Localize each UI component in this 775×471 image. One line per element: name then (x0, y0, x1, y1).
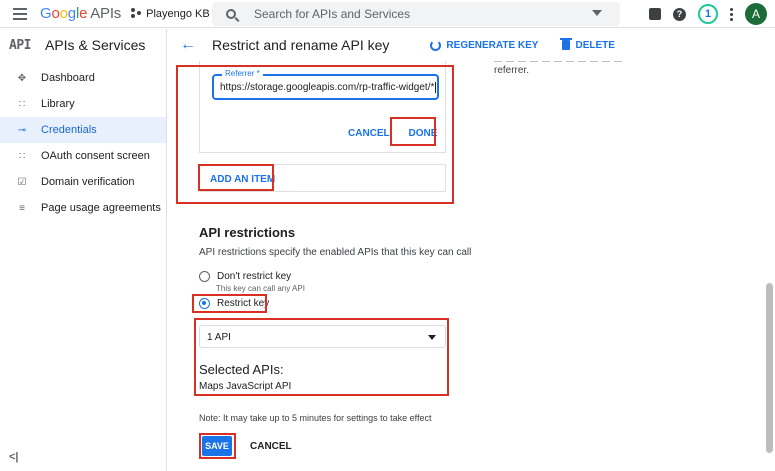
propagation-note: Note: It may take up to 5 minutes for se… (199, 413, 432, 423)
collapse-sidebar-icon[interactable]: <| (9, 451, 19, 463)
api-select-value: 1 API (207, 332, 231, 343)
help-icon[interactable]: ? (673, 7, 686, 21)
consent-icon: ∷ (18, 150, 26, 162)
top-actions: ? 1 A (649, 3, 767, 25)
key-icon: ⊸ (17, 124, 27, 136)
notifications-badge[interactable]: 1 (698, 4, 718, 24)
radio-restrict-key[interactable]: Restrict key (199, 298, 269, 309)
add-item-row: ADD AN ITEM (199, 164, 446, 192)
check-box-icon: ☑ (17, 176, 27, 188)
referrer-cancel-button[interactable]: CANCEL (348, 128, 390, 139)
search-icon (226, 9, 236, 19)
dropdown-arrow-icon (428, 335, 436, 340)
top-bar: Google APIs Playengo KB Search for APIs a… (0, 0, 775, 28)
sidebar: API APIs & Services ✥ Dashboard ∷ Librar… (0, 29, 167, 471)
page-title: Restrict and rename API key (212, 37, 390, 53)
project-name: Playengo KB (146, 7, 210, 20)
sidebar-item-library[interactable]: ∷ Library (0, 91, 166, 117)
google-apis-logo[interactable]: Google APIs (40, 5, 121, 22)
sidebar-item-oauth-consent[interactable]: ∷ OAuth consent screen (0, 143, 166, 169)
save-button[interactable]: SAVE (202, 436, 232, 456)
sidebar-item-credentials[interactable]: ⊸ Credentials (0, 117, 166, 143)
radio-checked-icon (199, 298, 210, 309)
gift-icon[interactable] (649, 8, 661, 20)
api-restrictions-description: API restrictions specify the enabled API… (199, 247, 472, 258)
referrer-done-button[interactable]: DONE (404, 122, 442, 146)
back-arrow-icon[interactable]: ← (180, 36, 196, 54)
hamburger-menu-icon[interactable] (13, 7, 27, 20)
regenerate-key-button[interactable]: REGENERATE KEY (430, 39, 538, 51)
add-item-button[interactable]: ADD AN ITEM (210, 174, 275, 185)
radio-dont-restrict-hint: This key can call any API (216, 284, 305, 293)
settings-list-icon: ≡ (19, 202, 25, 214)
referrer-field[interactable]: Referrer * https://storage.googleapis.co… (212, 69, 439, 100)
page-header: ← Restrict and rename API key REGENERATE… (168, 29, 775, 61)
referrer-value[interactable]: https://storage.googleapis.com/rp-traffi… (220, 82, 437, 93)
refresh-icon (430, 39, 442, 51)
selected-api-item: Maps JavaScript API (199, 381, 292, 392)
page-scrollbar[interactable] (766, 283, 773, 453)
avatar[interactable]: A (745, 3, 767, 25)
more-options-icon[interactable] (730, 7, 733, 21)
delete-button[interactable]: DELETE (560, 38, 615, 51)
radio-dont-restrict[interactable]: Don't restrict key (199, 271, 291, 282)
sidebar-title: APIs & Services (44, 37, 146, 53)
search-bar[interactable]: Search for APIs and Services (212, 2, 620, 26)
sidebar-item-domain-verification[interactable]: ☑ Domain verification (0, 169, 166, 195)
truncated-text (494, 61, 624, 62)
cancel-button[interactable]: CANCEL (250, 441, 292, 452)
text-cursor (435, 82, 437, 93)
help-note: referrer. (494, 61, 624, 76)
main-content: referrer. Referrer * https://storage.goo… (168, 61, 765, 471)
api-restrictions-title: API restrictions (199, 225, 296, 240)
dashboard-icon: ✥ (17, 72, 27, 84)
api-logo-icon: API (9, 37, 31, 53)
trash-icon (560, 38, 573, 50)
library-icon: ∷ (18, 98, 26, 110)
referrer-label: Referrer * (222, 69, 263, 78)
referrer-card: Referrer * https://storage.googleapis.co… (199, 61, 446, 153)
api-select[interactable]: 1 API (199, 325, 446, 348)
selected-apis-title: Selected APIs: (199, 362, 284, 377)
search-placeholder: Search for APIs and Services (254, 7, 411, 21)
search-expand-icon[interactable] (592, 10, 602, 16)
radio-unchecked-icon (199, 271, 210, 282)
sidebar-header: API APIs & Services (0, 29, 166, 61)
project-selector[interactable]: Playengo KB (131, 8, 225, 20)
sidebar-item-page-usage[interactable]: ≡ Page usage agreements (0, 195, 166, 221)
project-icon (131, 8, 142, 19)
sidebar-item-dashboard[interactable]: ✥ Dashboard (0, 65, 166, 91)
